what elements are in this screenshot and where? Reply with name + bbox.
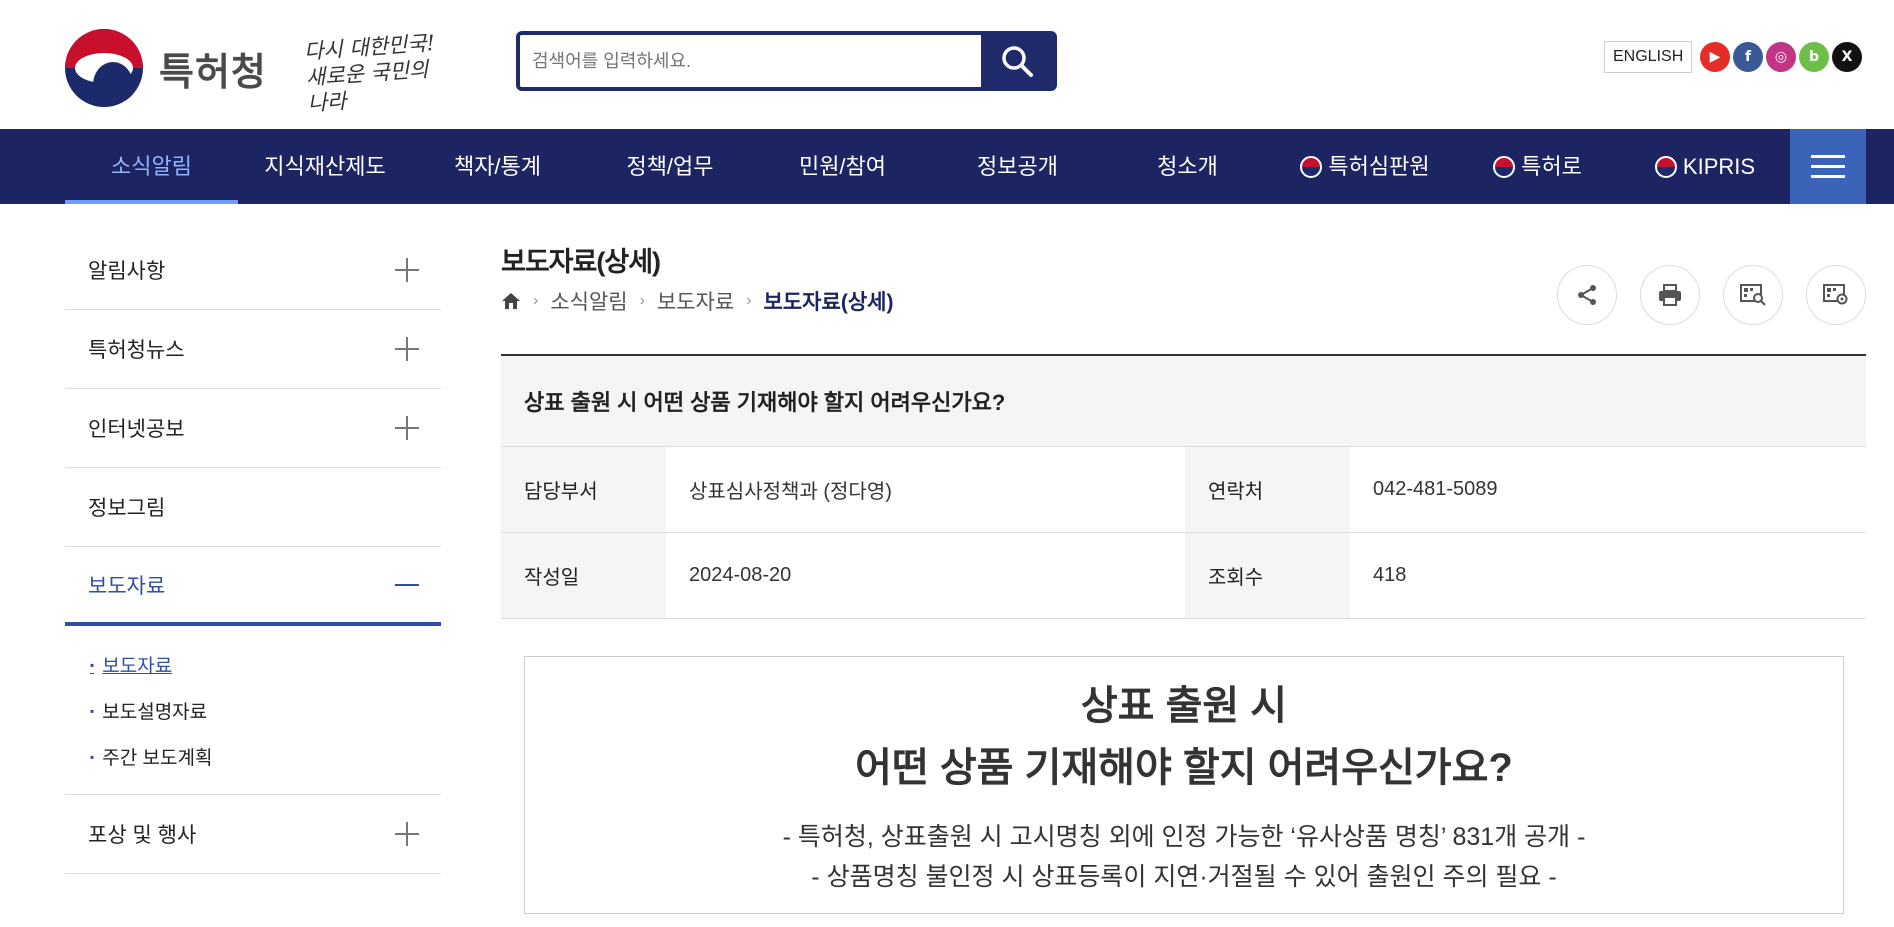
logo-text: 특허청	[159, 49, 267, 94]
search-box	[516, 31, 1057, 91]
nav-item-publications[interactable]: 책자/통계	[420, 129, 575, 204]
breadcrumb-current: 보도자료(상세)	[763, 291, 894, 314]
page-title: 보도자료(상세)	[501, 247, 661, 277]
qr-search-button[interactable]	[1723, 265, 1783, 325]
article-info-table: 상표 출원 시 어떤 상품 기재해야 할지 어려우신가요? 담당부서 상표심사정…	[501, 354, 1866, 619]
nav-item-ipt[interactable]: 특허심판원	[1285, 129, 1445, 204]
sidebar-sub-list: 보도자료 보도설명자료 주간 보도계획	[65, 626, 441, 795]
dept-value: 상표심사정책과 (정다영)	[689, 481, 892, 503]
date-value: 2024-08-20	[689, 564, 792, 586]
social-links: ▶ f ◎ b X	[1700, 42, 1862, 72]
print-icon	[1659, 284, 1681, 306]
kipo-logo[interactable]: 특허청	[65, 29, 267, 107]
chevron-right-icon: ›	[533, 292, 539, 309]
plus-icon	[395, 258, 419, 282]
share-button[interactable]	[1557, 265, 1617, 325]
nav-item-about[interactable]: 청소개	[1120, 129, 1255, 204]
blog-icon[interactable]: b	[1799, 42, 1829, 72]
chevron-right-icon: ›	[746, 292, 752, 309]
site-header: 특허청 다시 대한민국! 새로운 국민의 나라 ENGLISH ▶ f ◎ b …	[0, 0, 1894, 129]
print-button[interactable]	[1640, 265, 1700, 325]
sidebar-item-label: 특허청뉴스	[88, 339, 185, 362]
sidebar-item-label: 보도자료	[88, 574, 166, 598]
hamburger-menu-button[interactable]	[1790, 129, 1866, 204]
sidebar-item-infographic[interactable]: 정보그림	[65, 468, 441, 547]
search-button[interactable]	[981, 35, 1053, 87]
views-value: 418	[1373, 564, 1407, 586]
sidebar-item-kipo-news[interactable]: 특허청뉴스	[65, 310, 441, 389]
content-sub-line2: - 상품명칭 불인정 시 상표등록이 지연·거절될 수 있어 출원인 주의 필요…	[811, 863, 1557, 891]
qr-settings-icon	[1823, 284, 1848, 305]
sidebar-item-label: 알림사항	[88, 260, 166, 283]
sidebar-item-awards-events[interactable]: 포상 및 행사	[65, 795, 441, 874]
sidebar: 알림사항 특허청뉴스 인터넷공보 정보그림 보도자료 보도자료 보도설명자료 주…	[65, 231, 441, 874]
table-row: 담당부서 상표심사정책과 (정다영) 연락처 042-481-5089	[501, 447, 1866, 533]
nav-item-ip-system[interactable]: 지식재산제도	[245, 129, 405, 204]
breadcrumb-item[interactable]: 소식알림	[550, 286, 627, 316]
plus-icon	[395, 337, 419, 361]
content-subheading: - 특허청, 상표출원 시 고시명칭 외에 인정 가능한 ‘유사상품 명칭’ 8…	[525, 817, 1843, 897]
dept-label: 담당부서	[501, 447, 666, 532]
article-content: 상표 출원 시 어떤 상품 기재해야 할지 어려우신가요? - 특허청, 상표출…	[524, 656, 1844, 914]
english-link[interactable]: ENGLISH	[1604, 41, 1693, 73]
breadcrumb: › 소식알림 › 보도자료 › 보도자료(상세)	[501, 286, 893, 316]
content-heading: 상표 출원 시 어떤 상품 기재해야 할지 어려우신가요?	[525, 675, 1843, 799]
content-heading-line2: 어떤 상품 기재해야 할지 어려우신가요?	[855, 746, 1513, 790]
nav-item-patentro[interactable]: 특허로	[1475, 129, 1600, 204]
sidebar-item-gazette[interactable]: 인터넷공보	[65, 389, 441, 468]
contact-label: 연락처	[1185, 447, 1350, 532]
contact-value: 042-481-5089	[1373, 478, 1498, 500]
nav-item-news[interactable]: 소식알림	[65, 129, 238, 204]
search-input[interactable]	[520, 35, 981, 87]
page-tools	[1557, 265, 1866, 325]
sidebar-item-label: 포상 및 행사	[88, 824, 197, 847]
taegeuk-logo-icon	[1654, 156, 1677, 178]
plus-icon	[395, 822, 419, 846]
sidebar-item-notices[interactable]: 알림사항	[65, 231, 441, 310]
views-label: 조회수	[1185, 533, 1350, 618]
sub-item-press-release[interactable]: 보도자료	[90, 642, 441, 688]
nav-item-ipt-label: 특허심판원	[1328, 154, 1430, 179]
nav-item-kipris[interactable]: KIPRIS	[1640, 129, 1770, 204]
table-row: 작성일 2024-08-20 조회수 418	[501, 533, 1866, 619]
minus-icon	[395, 573, 419, 597]
sidebar-item-label: 인터넷공보	[88, 418, 185, 441]
nav-item-disclosure[interactable]: 정보공개	[945, 129, 1090, 204]
search-icon	[1002, 46, 1033, 77]
taegeuk-logo-icon	[1493, 156, 1516, 178]
main-nav: 소식알림 지식재산제도 책자/통계 정책/업무 민원/참여 정보공개 청소개 특…	[0, 129, 1894, 204]
plus-icon	[395, 416, 419, 440]
qr-search-icon	[1740, 284, 1766, 306]
taegeuk-logo-icon	[65, 29, 143, 107]
hamburger-icon	[1811, 155, 1845, 158]
nav-item-patentro-label: 특허로	[1521, 154, 1582, 179]
sidebar-item-press-release[interactable]: 보도자료	[65, 547, 441, 626]
instagram-icon[interactable]: ◎	[1766, 42, 1796, 72]
article-title: 상표 출원 시 어떤 상품 기재해야 할지 어려우신가요?	[501, 356, 1866, 447]
sub-item-press-explanation[interactable]: 보도설명자료	[90, 688, 441, 734]
home-icon[interactable]	[501, 292, 521, 310]
youtube-icon[interactable]: ▶	[1700, 42, 1730, 72]
date-label: 작성일	[501, 533, 666, 618]
taegeuk-logo-icon	[1300, 156, 1323, 178]
slogan-image: 다시 대한민국! 새로운 국민의 나라	[303, 29, 447, 116]
nav-item-civil[interactable]: 민원/참여	[770, 129, 915, 204]
breadcrumb-item[interactable]: 보도자료	[657, 286, 734, 316]
content-sub-line1: - 특허청, 상표출원 시 고시명칭 외에 인정 가능한 ‘유사상품 명칭’ 8…	[782, 823, 1586, 851]
chevron-right-icon: ›	[639, 292, 645, 309]
facebook-icon[interactable]: f	[1733, 42, 1763, 72]
content-heading-line1: 상표 출원 시	[1080, 684, 1288, 728]
nav-item-policy[interactable]: 정책/업무	[595, 129, 745, 204]
nav-item-kipris-label: KIPRIS	[1682, 154, 1756, 179]
x-icon[interactable]: X	[1832, 42, 1862, 72]
sidebar-item-label: 정보그림	[88, 497, 166, 520]
slogan-line2: 새로운 국민의 나라	[305, 57, 430, 116]
share-icon	[1578, 285, 1596, 305]
qr-settings-button[interactable]	[1806, 265, 1866, 325]
sub-item-weekly-plan[interactable]: 주간 보도계획	[90, 734, 441, 780]
